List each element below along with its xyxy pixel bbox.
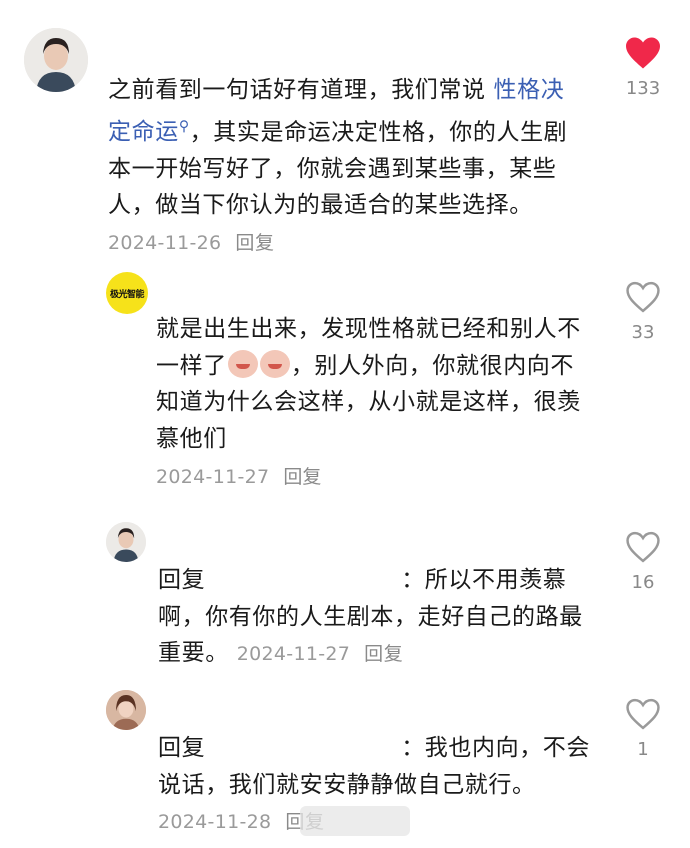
comment-date: 2024-11-28 bbox=[158, 811, 272, 833]
like-count: 16 bbox=[631, 572, 655, 593]
crying-emoji-icon bbox=[227, 349, 258, 378]
avatar-commenter-2[interactable]: 极光智能 bbox=[106, 272, 148, 314]
like-button[interactable]: 33 bbox=[613, 280, 673, 343]
like-button[interactable]: 133 bbox=[613, 36, 673, 99]
comment-body: 就是出生出来，发现性格就已经和别人不一样了 ，别人外向，你就很内向不知道为什么会这… bbox=[156, 311, 596, 457]
comment-date: 2024-11-27 bbox=[156, 466, 270, 488]
heart-outline-icon bbox=[626, 281, 660, 313]
reply-button[interactable]: 回复 bbox=[235, 232, 274, 254]
crying-emoji-icon bbox=[259, 349, 290, 378]
reply-button[interactable]: 回复 bbox=[283, 466, 321, 488]
like-count: 33 bbox=[631, 322, 655, 343]
comment-date: 2024-11-26 bbox=[108, 231, 222, 254]
avatar-commenter-1[interactable] bbox=[24, 28, 88, 92]
comment-body: 回复 ：所以不用羡慕啊，你有你的人生剧本，走好自己的路最重要。 2024-11-2… bbox=[158, 562, 598, 673]
reply-prefix: 回复 bbox=[158, 567, 206, 593]
like-count: 133 bbox=[625, 78, 661, 99]
comment-text: ：我也内向，不会说话，我们就安安静静做自己就行。 bbox=[158, 735, 591, 798]
heart-outline-icon bbox=[626, 531, 660, 563]
like-count: 1 bbox=[637, 739, 649, 760]
avatar-portrait-icon bbox=[24, 28, 88, 92]
comment-meta: 2024-11-27 回复 bbox=[156, 462, 321, 489]
watermark-overlay bbox=[300, 806, 410, 836]
comment-date: 2024-11-27 bbox=[236, 643, 351, 665]
comment-body: 之前看到一句话好有道理，我们常说 性格决定命运⚲，其实是命运决定性格，你的人生剧… bbox=[108, 72, 578, 261]
search-icon: ⚲ bbox=[178, 118, 190, 135]
like-button[interactable]: 1 bbox=[613, 697, 673, 760]
heart-filled-icon bbox=[626, 37, 660, 69]
heart-outline-icon bbox=[626, 698, 660, 730]
like-button[interactable]: 16 bbox=[613, 530, 673, 593]
avatar-portrait-icon bbox=[106, 522, 146, 562]
avatar-commenter-4[interactable] bbox=[106, 690, 146, 730]
reply-prefix: 回复 bbox=[158, 735, 206, 761]
avatar-commenter-3[interactable] bbox=[106, 522, 146, 562]
reply-button[interactable]: 回复 bbox=[364, 643, 403, 665]
avatar-portrait-icon bbox=[106, 690, 146, 730]
comment-text: 之前看到一句话好有道理，我们常说 bbox=[108, 77, 494, 103]
avatar-logo-text: 极光智能 bbox=[109, 289, 145, 300]
